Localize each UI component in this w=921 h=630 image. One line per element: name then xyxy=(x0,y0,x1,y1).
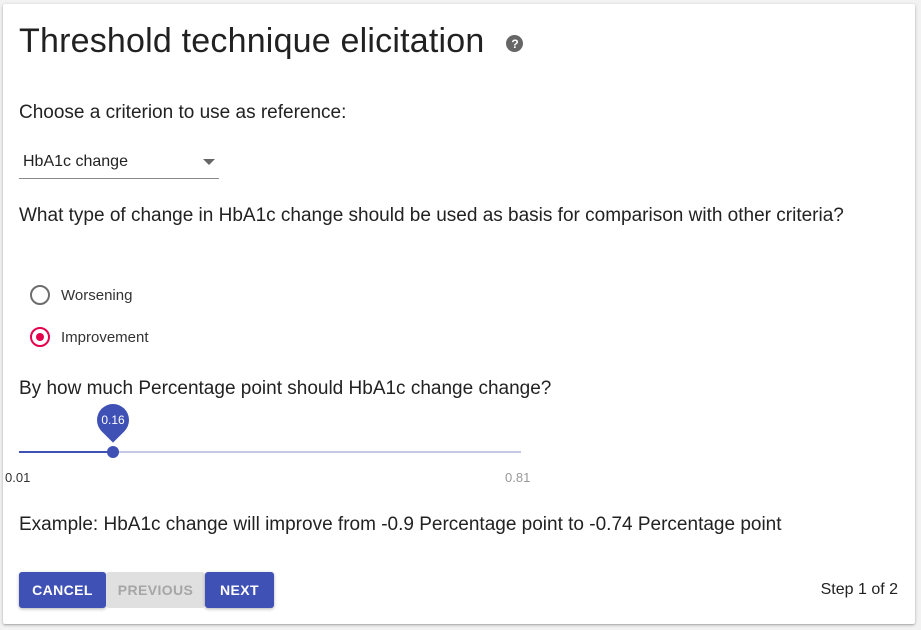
radio-button-checked[interactable] xyxy=(30,327,50,347)
criterion-select-value: HbA1c change xyxy=(23,153,128,170)
radio-button[interactable] xyxy=(30,285,50,305)
change-type-question: What type of change in HbA1c change shou… xyxy=(19,205,844,226)
title-row: Threshold technique elicitation ? xyxy=(19,22,524,61)
chevron-down-icon xyxy=(203,159,215,165)
slider-value-label: 0.16 xyxy=(101,413,125,427)
slider-thumb[interactable] xyxy=(107,446,119,458)
step-indicator: Step 1 of 2 xyxy=(820,581,898,598)
page-title: Threshold technique elicitation xyxy=(19,22,485,60)
criterion-select[interactable]: HbA1c change xyxy=(19,146,219,179)
radio-worsening[interactable]: Worsening xyxy=(30,285,132,305)
help-circle-icon[interactable]: ? xyxy=(506,35,524,52)
slider-value-bubble: 0.16 xyxy=(90,397,136,443)
slider-max-label: 0.81 xyxy=(505,470,531,485)
cancel-button[interactable]: Cancel xyxy=(19,572,106,608)
radio-label: Improvement xyxy=(61,328,149,346)
amount-slider[interactable]: 0.16 xyxy=(19,397,521,464)
example-text: Example: HbA1c change will improve from … xyxy=(19,514,782,535)
radio-improvement[interactable]: Improvement xyxy=(30,327,149,347)
radio-label: Worsening xyxy=(61,286,133,304)
next-button[interactable]: Next xyxy=(205,572,274,608)
reference-label: Choose a criterion to use as reference: xyxy=(19,102,347,123)
slider-min-label: 0.01 xyxy=(5,470,31,485)
amount-question: By how much Percentage point should HbA1… xyxy=(19,378,552,399)
previous-button: Previous xyxy=(106,572,205,608)
slider-track-fill xyxy=(19,451,113,453)
elicitation-card: Threshold technique elicitation ? Choose… xyxy=(3,4,915,624)
